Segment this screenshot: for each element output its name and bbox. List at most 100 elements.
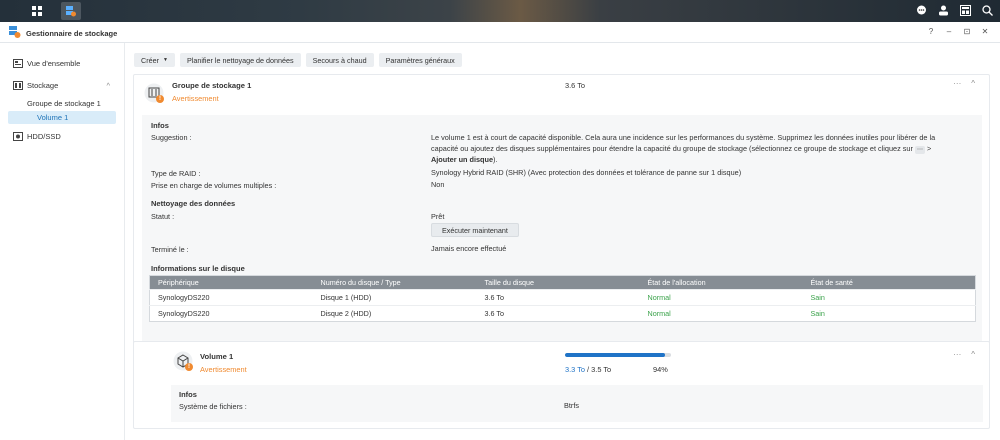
suggestion-line-2: capacité ou ajoutez des disques suppléme… <box>431 143 976 154</box>
storage-manager-taskbar-button[interactable] <box>61 2 81 20</box>
column-header[interactable]: Numéro du disque / Type <box>312 275 477 290</box>
apps-grid-icon <box>32 6 42 16</box>
create-button[interactable]: Créer ▼ <box>134 53 175 67</box>
volume-info-panel: Infos Système de fichiers : Btrfs <box>171 385 983 422</box>
search-button[interactable] <box>980 3 994 17</box>
chevron-up-icon[interactable]: ^ <box>971 79 975 88</box>
help-button[interactable]: ? <box>926 27 936 36</box>
table-cell: Disque 2 (HDD) <box>312 305 477 322</box>
table-row[interactable]: SynologyDS220 Disque 2 (HDD) 3.6 To Norm… <box>149 305 976 322</box>
sidebar-item-hdd[interactable]: HDD/SSD <box>0 130 124 143</box>
section-title-infos: Infos <box>179 390 197 399</box>
storage-icon <box>13 81 23 90</box>
table-cell: 3.6 To <box>476 305 640 322</box>
volume-percent: 94% <box>653 365 668 374</box>
dropdown-arrow-icon: ▼ <box>162 57 168 63</box>
general-settings-button[interactable]: Paramètres généraux <box>378 53 462 67</box>
hot-spare-button[interactable]: Secours à chaud <box>305 53 374 67</box>
run-now-button[interactable]: Exécuter maintenant <box>431 223 519 237</box>
storage-pool-icon: ! <box>144 83 164 103</box>
sidebar-item-pool[interactable]: Groupe de stockage 1 <box>0 97 124 110</box>
scrub-status-value: Prêt <box>431 212 445 221</box>
sidebar-item-overview[interactable]: Vue d'ensemble <box>0 57 124 70</box>
user-icon <box>938 5 948 15</box>
table-cell: SynologyDS220 <box>149 289 313 306</box>
volume-status-warning: Avertissement <box>200 365 247 374</box>
filesystem-label: Système de fichiers : <box>179 402 247 411</box>
scrub-done-value: Jamais encore effectué <box>431 244 507 253</box>
pool-title: Groupe de stockage 1 <box>172 81 252 90</box>
section-title-disk-info: Informations sur le disque <box>151 264 245 273</box>
toolbar: Créer ▼ Planifier le nettoyage de donnée… <box>134 53 462 67</box>
volume-total: 3.5 To <box>591 365 612 374</box>
add-disk-link: Ajouter un disque <box>431 155 494 164</box>
multivol-label: Prise en charge de volumes multiples : <box>151 181 277 190</box>
volume-usage-bar <box>565 353 671 357</box>
suggestion-end: ). <box>493 155 498 164</box>
table-cell: Sain <box>802 305 976 322</box>
warning-icon: ! <box>185 363 193 371</box>
sidebar-item-storage[interactable]: Stockage ^ <box>0 79 124 92</box>
chevron-up-icon[interactable]: ^ <box>106 81 110 90</box>
scrub-done-label: Terminé le : <box>151 245 189 254</box>
section-title-infos: Infos <box>151 121 169 130</box>
widgets-button[interactable] <box>958 3 972 17</box>
table-cell: Normal <box>639 289 803 306</box>
storage-pool-card: ! Groupe de stockage 1 Avertissement 3.6… <box>133 74 990 377</box>
column-header[interactable]: État de l'allocation <box>639 275 803 290</box>
chevron-up-icon[interactable]: ^ <box>971 350 975 359</box>
warning-icon: ! <box>156 95 164 103</box>
more-options-inline-icon: ⋯ <box>914 146 925 154</box>
widgets-icon <box>959 4 971 16</box>
pool-size: 3.6 To <box>565 81 585 90</box>
sidebar: Vue d'ensemble Stockage ^ Groupe de stoc… <box>0 43 125 440</box>
hdd-icon <box>13 132 23 141</box>
sidebar-item-label: Groupe de stockage 1 <box>27 99 101 108</box>
column-header[interactable]: Taille du disque <box>476 275 640 290</box>
chat-button[interactable] <box>914 3 928 17</box>
volume-card: ! Volume 1 Avertissement 3.3 To / 3.5 To… <box>133 341 990 429</box>
search-icon <box>981 4 993 16</box>
table-row[interactable]: SynologyDS220 Disque 1 (HDD) 3.6 To Norm… <box>149 289 976 306</box>
filesystem-value: Btrfs <box>564 401 579 410</box>
section-title-scrubbing: Nettoyage des données <box>151 199 236 208</box>
storage-manager-app-icon <box>66 5 76 16</box>
column-header[interactable]: Périphérique <box>149 275 313 290</box>
sidebar-item-label: HDD/SSD <box>27 132 61 141</box>
pool-status-warning: Avertissement <box>172 94 219 103</box>
disk-table: Périphérique Numéro du disque / Type Tai… <box>149 275 976 322</box>
suggestion-label: Suggestion : <box>151 133 192 142</box>
sidebar-item-label: Stockage <box>27 81 59 90</box>
more-options-icon[interactable]: ··· <box>953 350 961 359</box>
user-button[interactable] <box>936 3 950 17</box>
minimize-button[interactable]: – <box>944 27 954 36</box>
sidebar-item-volume[interactable]: Volume 1 <box>8 111 116 124</box>
table-cell: Sain <box>802 289 976 306</box>
pool-info-panel: Infos Suggestion : Le volume 1 est à cou… <box>142 115 982 371</box>
main-content: Créer ▼ Planifier le nettoyage de donnée… <box>126 43 1000 440</box>
main-menu-button[interactable] <box>27 2 47 20</box>
desktop-taskbar <box>0 0 1000 22</box>
create-label: Créer <box>141 55 159 65</box>
suggestion-arrow: > <box>926 144 932 153</box>
schedule-scrubbing-button[interactable]: Planifier le nettoyage de données <box>179 53 301 67</box>
volume-used: 3.3 To <box>565 365 585 374</box>
suggestion-line-1: Le volume 1 est à court de capacité disp… <box>431 133 936 142</box>
raid-type-label: Type de RAID : <box>151 169 201 178</box>
multivol-value: Non <box>431 180 445 189</box>
window-titlebar: Gestionnaire de stockage ? – ⊡ ✕ <box>0 22 1000 43</box>
maximize-button[interactable]: ⊡ <box>962 27 972 36</box>
more-options-icon[interactable]: ··· <box>953 79 961 88</box>
table-cell: SynologyDS220 <box>149 305 313 322</box>
storage-manager-app-icon <box>9 26 21 38</box>
scrub-status-label: Statut : <box>151 212 175 221</box>
overview-icon <box>13 59 23 68</box>
suggestion-line-2-text: capacité ou ajoutez des disques suppléme… <box>431 144 913 153</box>
sidebar-item-label: Volume 1 <box>37 113 69 122</box>
table-cell: Normal <box>639 305 803 322</box>
close-button[interactable]: ✕ <box>980 27 990 36</box>
chat-icon <box>916 5 926 14</box>
column-header[interactable]: État de santé <box>802 275 976 290</box>
table-cell: 3.6 To <box>476 289 640 306</box>
volume-usage-text: 3.3 To / 3.5 To <box>565 365 611 374</box>
